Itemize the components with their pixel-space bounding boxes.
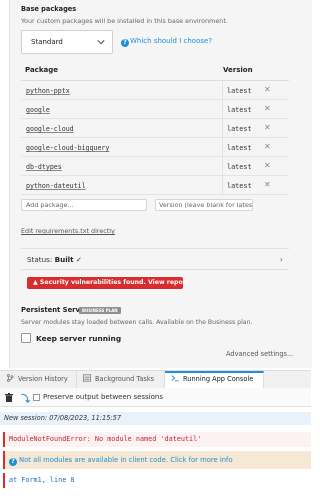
column-divider: [222, 100, 223, 118]
package-name[interactable]: google-cloud-bigquery: [26, 144, 109, 152]
package-version[interactable]: latest: [227, 163, 252, 171]
question-icon: ?: [9, 458, 17, 466]
question-icon: ?: [121, 39, 129, 47]
help-link-label: Which should I choose?: [130, 37, 213, 45]
console-toolbar: ⤵ Preserve output between sessions: [0, 388, 311, 407]
add-package-input[interactable]: Add package...: [21, 199, 147, 211]
persistent-server-description: Server modules stay loaded between calls…: [21, 319, 253, 326]
package-name[interactable]: google-cloud: [26, 125, 74, 133]
tab-label: Background Tasks: [95, 375, 155, 383]
persistent-server-title: Persistent Server: [21, 306, 88, 314]
trash-icon[interactable]: [5, 393, 13, 402]
package-row: google latest ✕: [21, 100, 289, 119]
advanced-settings-link[interactable]: Advanced settings...: [226, 350, 293, 358]
preserve-output-checkbox[interactable]: [33, 394, 40, 401]
vulnerability-alert-button[interactable]: ▲ Security vulnerabilities found. View r…: [27, 277, 196, 289]
branch-icon: [6, 374, 14, 382]
column-package: Package: [25, 66, 58, 74]
status-label: Status:: [27, 255, 53, 264]
base-packages-subtitle: Your custom packages will be installed i…: [21, 17, 228, 25]
tasks-icon: [83, 374, 91, 382]
environment-select[interactable]: Standard: [21, 30, 113, 54]
chevron-right-icon: ›: [279, 255, 283, 264]
package-table-header: Package Version: [21, 66, 289, 80]
terminal-icon: [171, 375, 179, 382]
package-name[interactable]: db-dtypes: [26, 163, 62, 171]
status-text: Status: Built ✓: [27, 255, 82, 264]
remove-icon[interactable]: ✕: [264, 104, 271, 113]
package-version[interactable]: latest: [227, 125, 252, 133]
column-divider: [222, 119, 223, 137]
package-row: google-cloud latest ✕: [21, 119, 289, 138]
info-text: Not all modules are available in client …: [19, 456, 233, 464]
package-version[interactable]: latest: [227, 106, 252, 114]
version-input[interactable]: Version (leave blank for latest): [155, 199, 253, 211]
bottom-tab-bar: Version History Background Tasks Running…: [0, 370, 311, 389]
tab-label: Running App Console: [183, 375, 254, 383]
remove-icon[interactable]: ✕: [264, 85, 271, 94]
package-name[interactable]: python-dateutil: [26, 182, 86, 190]
column-version: Version: [223, 66, 253, 74]
package-version[interactable]: latest: [227, 144, 252, 152]
preserve-output-label: Preserve output between sessions: [43, 393, 164, 401]
chevron-down-icon: [97, 40, 105, 45]
column-divider: [222, 176, 223, 194]
error-line: ModuleNotFoundError: No module named 'da…: [3, 432, 311, 447]
package-name[interactable]: google: [26, 106, 50, 114]
remove-icon[interactable]: ✕: [264, 161, 271, 170]
package-row: python-pptx latest ✕: [21, 81, 289, 100]
check-icon: ✓: [75, 255, 82, 264]
keep-server-running-label[interactable]: Keep server running: [36, 334, 121, 343]
package-version[interactable]: latest: [227, 182, 252, 190]
vulnerability-alert-label: Security vulnerabilities found. View rep…: [39, 279, 196, 286]
session-line: New session: 07/08/2023, 11:15:57: [0, 412, 311, 425]
warning-icon: ▲: [33, 279, 38, 286]
column-divider: [222, 157, 223, 175]
tab-version-history[interactable]: Version History: [0, 371, 77, 388]
package-row: google-cloud-bigquery latest ✕: [21, 138, 289, 157]
environment-select-value: Standard: [31, 38, 63, 46]
status-row[interactable]: Status: Built ✓ ›: [21, 248, 289, 270]
remove-icon[interactable]: ✕: [264, 142, 271, 151]
tab-label: Version History: [18, 375, 68, 383]
help-link[interactable]: ? Which should I choose?: [121, 37, 212, 47]
scroll-to-bottom-icon[interactable]: ⤵: [21, 392, 30, 405]
tab-running-app-console[interactable]: Running App Console: [165, 371, 264, 388]
edit-requirements-link[interactable]: Edit requirements.txt directly: [21, 227, 115, 235]
remove-icon[interactable]: ✕: [264, 180, 271, 189]
package-name[interactable]: python-pptx: [26, 87, 70, 95]
business-plan-badge: BUSINESS PLAN: [79, 307, 121, 314]
info-line[interactable]: ? Not all modules are available in client…: [3, 451, 311, 469]
package-version[interactable]: latest: [227, 87, 252, 95]
column-divider: [222, 81, 223, 99]
keep-server-running-checkbox[interactable]: [21, 333, 31, 343]
package-row: python-dateutil latest ✕: [21, 176, 289, 195]
package-row: db-dtypes latest ✕: [21, 157, 289, 176]
trace-line[interactable]: at Form1, line 8: [3, 473, 311, 488]
status-value: Built: [54, 255, 74, 264]
column-divider: [222, 138, 223, 156]
base-packages-title: Base packages: [21, 5, 77, 13]
tab-background-tasks[interactable]: Background Tasks: [77, 371, 165, 388]
remove-icon[interactable]: ✕: [264, 123, 271, 132]
